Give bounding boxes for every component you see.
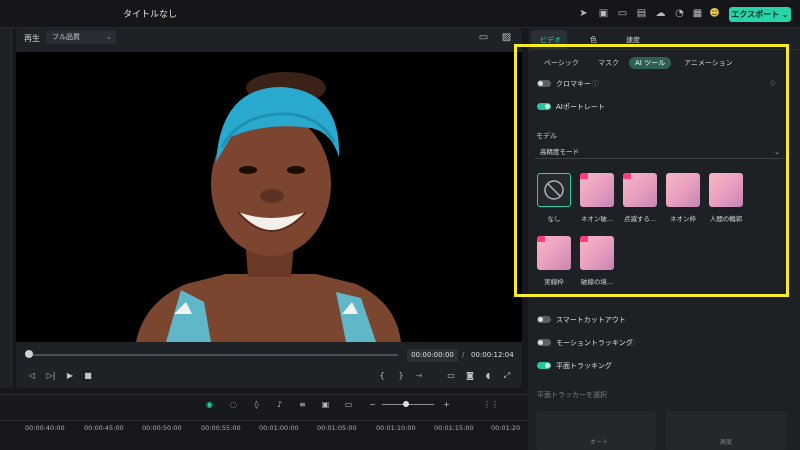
planar-tracking-toggle[interactable] [537,362,551,369]
cloud-icon[interactable]: ☁ [654,7,667,20]
play-icon[interactable]: ▶ [65,371,75,381]
save-icon[interactable]: ▤ [635,7,648,20]
total-time: 00:00:12:04 [471,351,514,359]
fullscreen-icon[interactable]: ⤢ [502,371,512,381]
ruler-tick: 00:01:15:00 [434,424,474,432]
ruler-tick: 00:00:50:00 [142,424,182,432]
video-preview[interactable] [16,52,522,342]
monitor-icon[interactable]: ▭ [446,371,456,381]
pip-icon[interactable]: ▭ [343,399,354,410]
export-button[interactable]: エクスポート ⌄ [729,7,791,22]
media-icon[interactable]: ▣ [320,399,331,410]
ruler-tick: 00:01:05:00 [317,424,357,432]
stop-icon[interactable]: ■ [83,371,93,381]
ruler-tick: 00:01:10:00 [376,424,416,432]
headset-icon[interactable]: ◔ [673,7,686,20]
volume-icon[interactable]: ◖ [483,371,493,381]
time-separator: / [462,351,465,359]
layout-grid-icon[interactable]: ⋮⋮ [483,399,499,410]
smart-cutout-toggle[interactable] [537,316,551,323]
grid-icon[interactable]: ▦ [691,7,704,20]
subtitle-icon[interactable]: ≡ [297,399,308,410]
smart-cutout-label: スマートカットアウト [556,316,626,324]
portrait-image [16,52,522,342]
shield-icon[interactable]: ◊ [251,399,262,410]
progress-track[interactable] [28,354,398,356]
ruler-tick: 00:01:20 [491,424,521,432]
tracker-advanced-label: 高度 [720,439,733,446]
highlight-box [514,44,789,297]
select-tracker-label: 平面トラッカーを選択 [537,391,607,399]
help-icon[interactable]: ⓘ [628,338,635,348]
zoom-out-icon[interactable]: − [367,399,378,410]
avatar-icon[interactable]: ☻ [708,7,721,20]
mark-out-icon[interactable]: } [396,371,406,381]
left-sidebar-edge [0,28,12,388]
chevron-down-icon: ⌄ [106,33,112,41]
window-title: タイトルなし [122,10,177,20]
mark-in-icon[interactable]: { [377,371,387,381]
play-label: 再生 [24,34,40,43]
screen-record-icon[interactable]: ▣ [597,7,610,20]
step-forward-icon[interactable]: ▷| [46,371,56,381]
motion-tracking-toggle[interactable] [537,339,551,346]
image-icon[interactable]: ▨ [500,31,513,44]
motion-tracking-label: モーショントラッキング [556,339,633,347]
mic-icon[interactable]: ♪ [274,399,285,410]
ruler-tick: 00:00:55:00 [201,424,241,432]
snapshot-icon[interactable]: ◙ [465,371,475,381]
previous-frame-icon[interactable]: ◁ [27,371,37,381]
send-icon[interactable]: ➤ [577,7,590,20]
clip-marker-icon[interactable]: ⇥ [414,371,424,381]
render-icon[interactable]: ◌ [228,399,239,410]
export-label: エクスポート [731,10,780,19]
progress-handle[interactable] [25,350,33,358]
ruler-tick: 00:00:45:00 [84,424,124,432]
zoom-in-icon[interactable]: + [441,399,452,410]
planar-tracking-label: 平面トラッキング [556,362,612,370]
current-time[interactable]: 00:00:00:00 [407,349,458,362]
ruler-tick: 00:01:00:00 [259,424,299,432]
tracker-auto-label: オート [590,439,609,446]
zoom-slider-handle[interactable] [403,401,409,407]
layout-icon[interactable]: ▭ [616,7,629,20]
ai-toggle-icon[interactable]: ◉ [204,399,215,410]
compare-view-icon[interactable]: ▭ [477,31,490,44]
ruler-tick: 00:00:40:00 [25,424,65,432]
